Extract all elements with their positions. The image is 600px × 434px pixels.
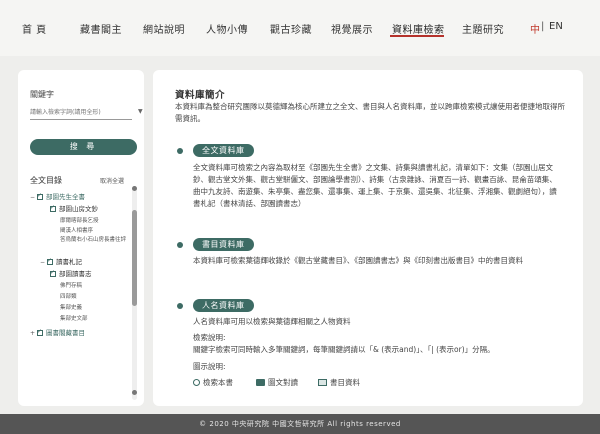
intro-text: 本資料庫為整合研究團隊以莫德輝為核心所建立之全文、書目與人名資料庫，並以跨庫檢索… [175, 102, 565, 123]
tree-node[interactable]: 部園山房文鈔 [50, 203, 98, 213]
active-tab-underline [390, 35, 444, 37]
tree-node[interactable]: 集部史文部 [60, 314, 88, 322]
legend-item: 檢索本書 [193, 377, 233, 388]
tree-node[interactable]: 集部史義 [60, 303, 82, 311]
bullet-icon [177, 242, 183, 248]
nav-visualization[interactable]: 視覺展示 [331, 21, 373, 36]
tree-node[interactable]: 佛門存稿 [60, 281, 82, 289]
nav-library-owner[interactable]: 藏書閣主 [80, 21, 122, 36]
bullet-icon [177, 148, 183, 154]
search-icon [193, 379, 200, 386]
nav-topic-research[interactable]: 主題研究 [462, 21, 504, 36]
checkbox-icon[interactable] [50, 269, 56, 277]
bibliography-db-badge: 書目資料庫 [193, 238, 254, 251]
search-help-text: 關鍵字檢索可同時輸入多筆關鍵詞，每筆關鍵詞請以「& (表示and)」、「| (表… [193, 345, 495, 354]
fulltext-db-text: 全文資料庫可檢索之內容為取材至《部園先生全書》之文集、詩集與讀書札記，清單如下：… [193, 163, 557, 208]
search-panel: 關鍵字 ▼ 搜 尋 全文目錄 取消全選 −部園先生全書 部園山房文鈔 廓爾喀部長… [18, 70, 144, 406]
lang-separator: | [541, 21, 545, 32]
legend-title: 圖示說明: [193, 362, 226, 371]
keyword-label: 關鍵字 [30, 90, 54, 99]
tree-node[interactable]: 廓爾喀部長乞授 [60, 216, 99, 224]
lang-en-link[interactable]: EN [549, 21, 563, 32]
tree-node[interactable]: −讀書札記 [40, 256, 82, 266]
person-db-text: 人名資料庫可用以檢索與葉德輝相關之人物資料 [193, 317, 351, 326]
image-icon [256, 379, 265, 386]
lang-zh-link[interactable]: 中 [530, 21, 540, 36]
nav-database-search[interactable]: 資料庫檢索 [392, 21, 445, 36]
nav-biographies[interactable]: 人物小傳 [206, 21, 248, 36]
tree-node[interactable]: 答烏蘭右小石山房長書往評 [60, 236, 130, 244]
legend-item: 書目資料 [318, 377, 360, 388]
legend-item: 圖文對讀 [256, 377, 298, 388]
intro-heading: 資料庫簡介 [175, 90, 226, 101]
bibliography-db-text: 本資料庫可檢索葉德輝收錄於《觀古堂藏書目》、《部園讀書志》與《印刻書出版書目》中… [193, 256, 523, 265]
chevron-down-icon[interactable]: ▼ [138, 108, 143, 115]
scroll-down-icon[interactable] [132, 390, 137, 395]
deselect-all-link[interactable]: 取消全選 [100, 176, 124, 185]
copyright-text: © 2020 中央研究院 中國文哲研究所 All rights reserved [199, 420, 401, 428]
nav-collection[interactable]: 觀古珍藏 [270, 21, 312, 36]
bullet-icon [177, 303, 183, 309]
top-navigation: 首 頁 藏書閣主 網站說明 人物小傳 觀古珍藏 視覺展示 資料庫檢索 主題研究 … [0, 0, 600, 56]
tree-node[interactable]: 閩漢人相書序 [60, 226, 93, 234]
keyword-input[interactable] [30, 106, 132, 120]
checkbox-icon[interactable] [37, 192, 43, 200]
checkbox-icon[interactable] [50, 204, 56, 212]
nav-site-description[interactable]: 網站說明 [143, 21, 185, 36]
fulltext-db-badge: 全文資料庫 [193, 144, 254, 157]
search-help-title: 檢索說明: [193, 333, 226, 342]
tree-scrollbar-thumb[interactable] [132, 210, 137, 306]
search-button[interactable]: 搜 尋 [30, 139, 137, 155]
person-db-badge: 人名資料庫 [193, 299, 254, 312]
nav-home[interactable]: 首 頁 [22, 21, 47, 36]
checkbox-icon[interactable] [47, 257, 53, 265]
tree-node[interactable]: 四部類 [60, 292, 77, 300]
book-icon [318, 379, 327, 386]
fulltext-tree-title: 全文目錄 [30, 176, 62, 185]
checkbox-icon[interactable] [37, 328, 43, 336]
tree-node[interactable]: +圖書閣藏書目 [30, 327, 85, 337]
scroll-up-icon[interactable] [132, 186, 137, 191]
database-intro-panel: 資料庫簡介 本資料庫為整合研究團隊以莫德輝為核心所建立之全文、書目與人名資料庫，… [153, 70, 583, 406]
tree-node[interactable]: −部園先生全書 [30, 191, 85, 201]
footer: © 2020 中央研究院 中國文哲研究所 All rights reserved [0, 414, 600, 434]
tree-node[interactable]: 部園讀書志 [50, 268, 92, 278]
